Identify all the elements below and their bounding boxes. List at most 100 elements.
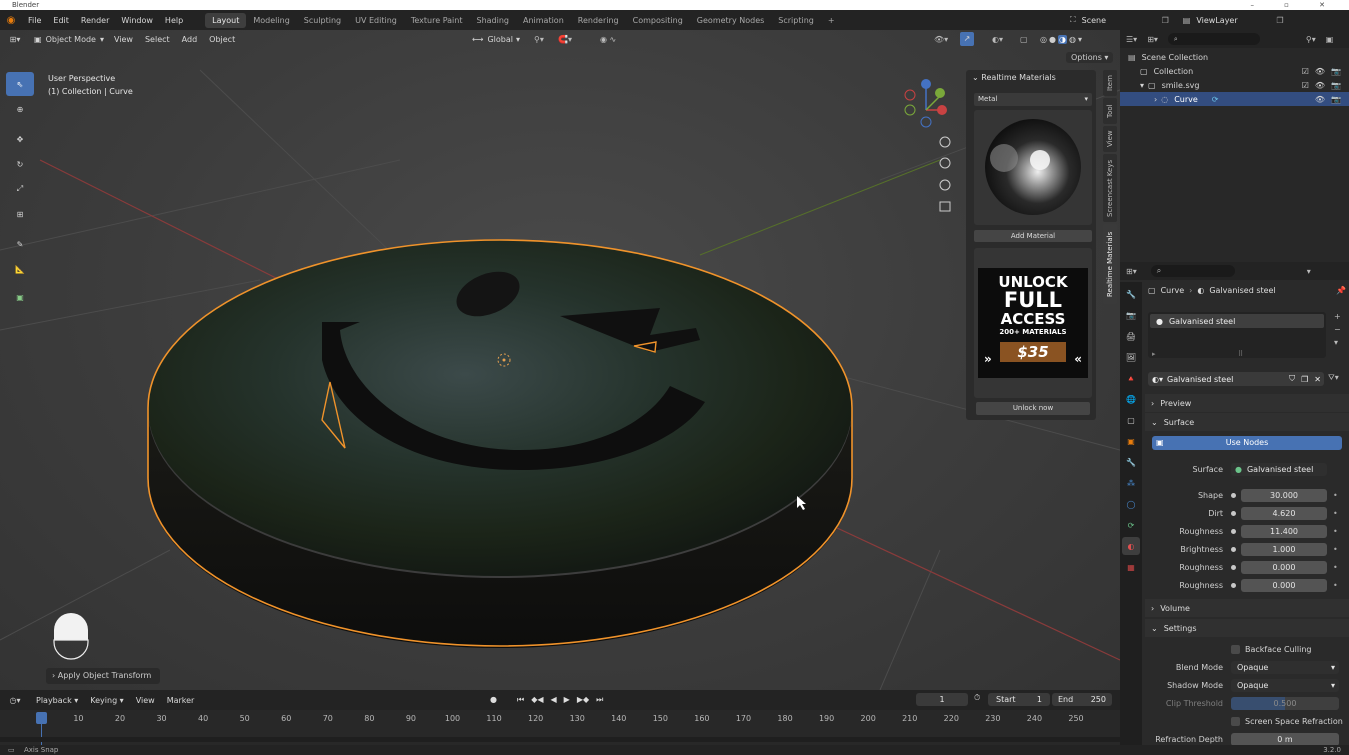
workspace-tab-texture-paint[interactable]: Texture Paint — [404, 13, 470, 28]
menu-file[interactable]: File — [22, 16, 47, 25]
last-operator-panel[interactable]: › Apply Object Transform — [46, 668, 160, 684]
resize-handle-icon[interactable]: ⠿ — [1238, 350, 1243, 358]
tab-realtime-materials[interactable]: Realtime Materials — [1103, 224, 1117, 304]
texture-properties-icon[interactable]: ▦ — [1122, 558, 1140, 576]
proportional-edit-icon[interactable]: ◉ ∿ — [600, 35, 616, 44]
scene-name[interactable]: Scene — [1082, 16, 1162, 25]
socket-dot-icon[interactable] — [1231, 528, 1236, 534]
expand-arrow-icon[interactable]: › — [1154, 95, 1157, 104]
promo-banner[interactable]: UNLOCK FULL ACCESS 200+ MATERIALS $35 » … — [978, 268, 1088, 378]
workspace-tab-animation[interactable]: Animation — [516, 13, 571, 28]
physics-properties-icon[interactable]: ◯ — [1122, 495, 1140, 513]
rotate-tool[interactable]: ↻ — [6, 152, 34, 176]
timeline-menu-keying[interactable]: Keying ▾ — [84, 696, 129, 705]
eye-icon[interactable]: 👁 — [1315, 67, 1325, 76]
outliner-row-collection[interactable]: ▢ Collection ☑ 👁 📷 — [1120, 64, 1349, 78]
solid-shading-icon[interactable]: ● — [1049, 35, 1056, 44]
chevron-down-icon[interactable]: ▾ — [1307, 267, 1311, 276]
cursor-tool[interactable]: ⊕ — [6, 97, 34, 121]
outliner-editor-icon[interactable]: ☰▾ — [1126, 35, 1137, 44]
workspace-tab-compositing[interactable]: Compositing — [626, 13, 690, 28]
viewport-nav-buttons[interactable] — [939, 136, 951, 212]
play-reverse-icon[interactable]: ◀ — [551, 695, 557, 705]
frame-ruler[interactable]: 1102030405060708090100110120130140150160… — [0, 710, 1120, 726]
keyframe-dot-icon[interactable]: • — [1333, 527, 1338, 536]
socket-dot-icon[interactable] — [1231, 492, 1236, 498]
volume-section-header[interactable]: › Volume — [1145, 599, 1349, 617]
tab-item[interactable]: Item — [1103, 70, 1117, 96]
material-preview-thumbnail[interactable] — [974, 110, 1092, 225]
tab-view[interactable]: View — [1103, 126, 1117, 152]
use-nodes-button[interactable]: ▣ Use Nodes — [1152, 436, 1342, 450]
blend-mode-dropdown[interactable]: Opaque ▾ — [1231, 660, 1339, 674]
preview-section-header[interactable]: › Preview — [1145, 394, 1349, 412]
socket-dot-icon[interactable] — [1231, 564, 1236, 570]
duplicate-material-icon[interactable]: ❐ — [1298, 375, 1311, 384]
keyframe-dot-icon[interactable]: • — [1333, 581, 1338, 590]
screen-space-refraction-checkbox[interactable] — [1231, 716, 1240, 726]
tab-tool[interactable]: Tool — [1103, 98, 1117, 124]
world-properties-icon[interactable]: 🌐 — [1122, 390, 1140, 408]
shader-param-value[interactable]: 0.000 — [1241, 578, 1327, 592]
3d-viewport[interactable]: User Perspective (1) Collection | Curve … — [0, 30, 1120, 690]
collection-properties-icon[interactable]: ▢ — [1122, 411, 1140, 429]
slot-specials-button[interactable]: ▾ — [1334, 338, 1341, 347]
remove-slot-button[interactable]: − — [1334, 325, 1341, 334]
outliner-search-input[interactable]: ⌕ — [1167, 33, 1260, 45]
eye-icon[interactable]: 👁 — [1315, 95, 1325, 104]
socket-dot-icon[interactable] — [1231, 582, 1236, 588]
view-layer-properties-icon[interactable]: 🖼 — [1122, 348, 1140, 366]
settings-section-header[interactable]: ⌄ Settings — [1145, 619, 1349, 637]
chevron-down-icon[interactable]: ▾ — [1078, 35, 1082, 44]
tab-screencast-keys[interactable]: Screencast Keys — [1103, 154, 1117, 222]
socket-dot-icon[interactable] — [1231, 510, 1236, 516]
unlock-now-button[interactable]: Unlock now — [976, 402, 1090, 415]
timeline-menu-view[interactable]: View — [130, 696, 161, 705]
wireframe-shading-icon[interactable]: ◎ — [1040, 35, 1047, 44]
view-layer-name[interactable]: ViewLayer — [1196, 16, 1276, 25]
checkbox-icon[interactable]: ☑ — [1302, 81, 1309, 90]
workspace-tab-sculpting[interactable]: Sculpting — [297, 13, 348, 28]
shading-modes[interactable]: ◎ ● ◑ ◍ ▾ — [1040, 34, 1082, 44]
workspace-tab-modeling[interactable]: Modeling — [246, 13, 296, 28]
snap-icon[interactable]: 🧲▾ — [558, 35, 572, 44]
timeline-editor-icon[interactable]: ◷▾ — [0, 696, 30, 705]
timeline-menu-playback[interactable]: Playback ▾ — [30, 696, 84, 705]
workspace-tab-layout[interactable]: Layout — [205, 12, 247, 28]
material-category-dropdown[interactable]: Metal ▾ — [974, 93, 1092, 106]
menu-render[interactable]: Render — [75, 16, 115, 25]
vp-menu-select[interactable]: Select — [139, 35, 176, 44]
shader-param-value[interactable]: 11.400 — [1241, 524, 1327, 538]
workspace-tab-geometry-nodes[interactable]: Geometry Nodes — [690, 13, 771, 28]
material-properties-icon[interactable]: ◐ — [1122, 537, 1140, 555]
start-frame-field[interactable]: Start 1 — [988, 693, 1050, 706]
end-frame-field[interactable]: End 250 — [1052, 693, 1112, 706]
vp-menu-view[interactable]: View — [108, 35, 139, 44]
checkbox-icon[interactable]: ☑ — [1302, 67, 1309, 76]
current-frame-field[interactable]: 1 — [916, 693, 968, 706]
expand-arrow-icon[interactable]: ▸ — [1152, 350, 1156, 358]
scene-properties-icon[interactable]: 🔺 — [1122, 369, 1140, 387]
material-shading-icon[interactable]: ◑ — [1057, 34, 1067, 44]
keyframe-dot-icon[interactable]: • — [1333, 491, 1338, 500]
transform-tool[interactable]: ⊞ — [6, 202, 34, 226]
rm-panel-header[interactable]: ⌄ Realtime Materials — [972, 73, 1056, 82]
material-name-field[interactable]: Galvanised steel — [1167, 375, 1286, 384]
outliner-scene-collection[interactable]: ▤ Scene Collection — [1120, 50, 1349, 64]
workspace-tab-shading[interactable]: Shading — [469, 13, 516, 28]
node-link-icon[interactable]: ⛛▾ — [1328, 373, 1339, 383]
window-controls[interactable]: – ▫ ✕ — [1250, 0, 1339, 10]
vp-menu-add[interactable]: Add — [176, 35, 204, 44]
annotate-tool[interactable]: ✎ — [6, 232, 34, 256]
jump-keyframe-back-icon[interactable]: ◆◀ — [531, 695, 543, 705]
menu-edit[interactable]: Edit — [47, 16, 75, 25]
clip-threshold-slider[interactable]: 0.500 — [1231, 696, 1339, 710]
rendered-shading-icon[interactable]: ◍ — [1069, 35, 1076, 44]
screen-space-refraction-row[interactable]: Screen Space Refraction — [1145, 713, 1349, 729]
refraction-depth-field[interactable]: 0 m — [1231, 732, 1339, 746]
timeline-scrollbar[interactable] — [0, 737, 1120, 742]
data-properties-icon[interactable]: ⟳ — [1122, 516, 1140, 534]
socket-dot-icon[interactable] — [1231, 546, 1236, 552]
record-icon[interactable]: ● — [490, 695, 497, 705]
blender-logo-icon[interactable]: ◉ — [0, 15, 22, 26]
